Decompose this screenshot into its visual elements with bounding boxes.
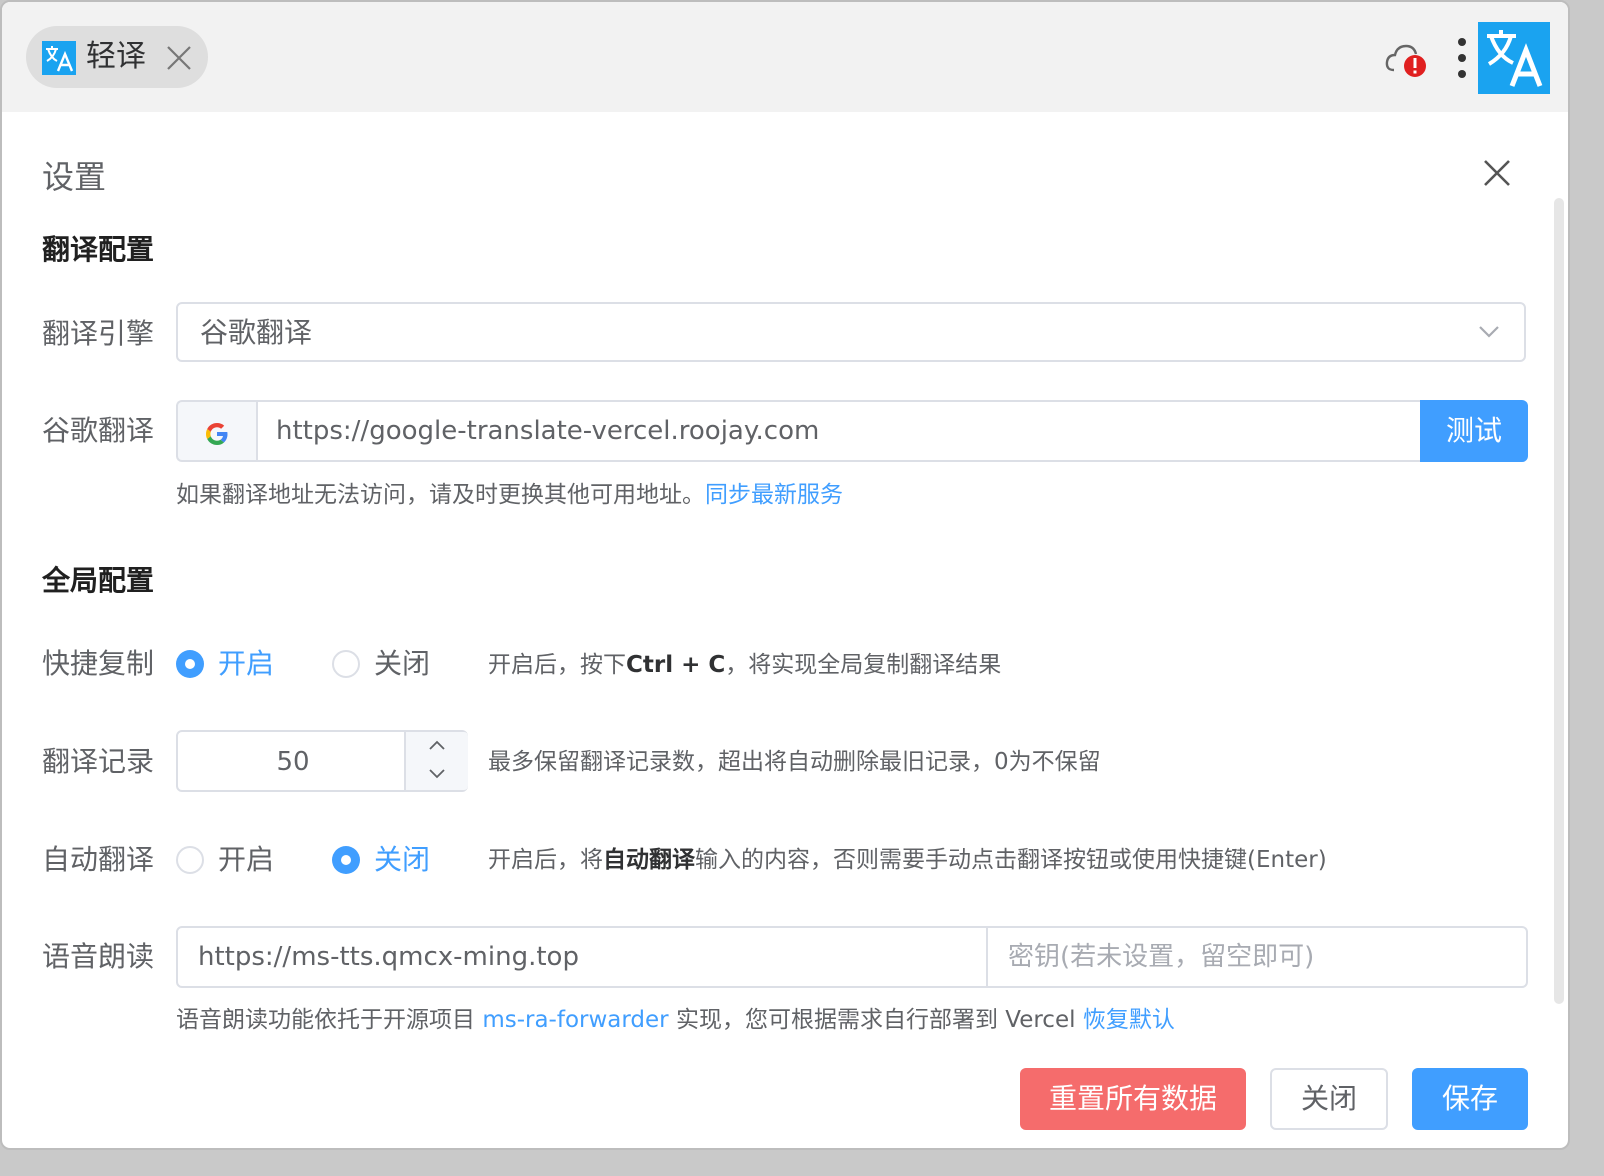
- tts-label: 语音朗读: [42, 940, 155, 973]
- tts-key-input[interactable]: [986, 926, 1528, 988]
- translate-hint-text: 如果翻译地址无法访问，请及时更换其他可用地址。: [176, 482, 705, 508]
- restore-default-link[interactable]: 恢复默认: [1083, 1007, 1175, 1033]
- auto-translate-off-radio[interactable]: 关闭: [332, 842, 442, 878]
- more-menu-icon[interactable]: [1452, 36, 1472, 80]
- google-url-group: 测试: [176, 400, 1528, 462]
- quick-copy-off-label: 关闭: [374, 647, 431, 680]
- close-button[interactable]: 关闭: [1270, 1068, 1388, 1130]
- tts-url-input[interactable]: [176, 926, 988, 988]
- tts-hint: 语音朗读功能依托于开源项目 ms-ra-forwarder 实现，您可根据需求自…: [176, 1005, 1175, 1035]
- tts-hint-2: 实现，您可根据需求自行部署到 Vercel: [668, 1007, 1083, 1033]
- test-button[interactable]: 测试: [1420, 400, 1528, 462]
- dialog-title: 设置: [42, 158, 107, 196]
- history-label: 翻译记录: [42, 745, 155, 778]
- quick-copy-desc-2: ，将实现全局复制翻译结果: [725, 652, 1002, 678]
- translate-logo-icon[interactable]: [1478, 22, 1550, 94]
- cloud-alert-icon[interactable]: [1384, 42, 1428, 80]
- engine-select-value: 谷歌翻译: [200, 316, 313, 349]
- google-url-input[interactable]: [256, 400, 1422, 462]
- close-tab-icon[interactable]: [166, 45, 192, 71]
- title-bar: 轻译: [2, 2, 1568, 112]
- tts-hint-1: 语音朗读功能依托于开源项目: [176, 1007, 483, 1033]
- ms-ra-forwarder-link[interactable]: ms-ra-forwarder: [482, 1007, 668, 1033]
- auto-translate-desc-bold: 自动翻译: [603, 847, 695, 873]
- sync-services-link[interactable]: 同步最新服务: [705, 482, 843, 508]
- auto-translate-off-label: 关闭: [374, 843, 431, 876]
- app-window: 轻译 设置 翻译配置 翻译引擎 谷歌翻译 谷歌翻译 https://google…: [0, 0, 1570, 1150]
- section-title-translate: 翻译配置: [42, 233, 155, 266]
- auto-translate-desc-1: 开启后，将: [488, 847, 603, 873]
- translate-hint: 如果翻译地址无法访问，请及时更换其他可用地址。同步最新服务: [176, 480, 843, 510]
- reset-all-button[interactable]: 重置所有数据: [1020, 1068, 1246, 1130]
- app-tab-title: 轻译: [86, 39, 146, 74]
- translate-icon: [42, 41, 76, 75]
- radio-checked-icon: [176, 650, 204, 678]
- scrollbar[interactable]: [1554, 198, 1564, 1004]
- auto-translate-on-label: 开启: [218, 843, 275, 876]
- decrement-button[interactable]: [404, 761, 468, 790]
- quick-copy-desc-shortcut: Ctrl + C: [626, 652, 726, 678]
- dialog-close-icon[interactable]: [1480, 156, 1514, 190]
- radio-unchecked-icon: [176, 846, 204, 874]
- chevron-up-icon: [429, 740, 445, 750]
- quick-copy-on-radio[interactable]: 开启: [176, 646, 286, 682]
- history-count-input[interactable]: [178, 732, 408, 792]
- auto-translate-label: 自动翻译: [42, 843, 155, 876]
- chevron-down-icon: [429, 769, 445, 779]
- quick-copy-label: 快捷复制: [42, 647, 155, 680]
- chevron-down-icon: [1478, 324, 1500, 343]
- engine-label: 翻译引擎: [42, 317, 155, 350]
- google-label: 谷歌翻译: [42, 414, 155, 447]
- quick-copy-desc: 开启后，按下Ctrl + C，将实现全局复制翻译结果: [488, 650, 1001, 680]
- history-desc: 最多保留翻译记录数，超出将自动删除最旧记录，0为不保留: [488, 749, 1101, 775]
- quick-copy-off-radio[interactable]: 关闭: [332, 646, 442, 682]
- quick-copy-desc-1: 开启后，按下: [488, 652, 626, 678]
- radio-checked-icon: [332, 846, 360, 874]
- google-icon: [176, 400, 256, 462]
- increment-button[interactable]: [404, 732, 468, 762]
- auto-translate-on-radio[interactable]: 开启: [176, 842, 286, 878]
- auto-translate-desc-2: 输入的内容，否则需要手动点击翻译按钮或使用快捷键(Enter): [695, 847, 1327, 873]
- radio-unchecked-icon: [332, 650, 360, 678]
- history-stepper: [176, 730, 468, 792]
- engine-select[interactable]: 谷歌翻译: [176, 302, 1526, 362]
- auto-translate-desc: 开启后，将自动翻译输入的内容，否则需要手动点击翻译按钮或使用快捷键(Enter): [488, 845, 1327, 875]
- quick-copy-on-label: 开启: [218, 647, 275, 680]
- section-title-global: 全局配置: [42, 564, 155, 597]
- app-tab[interactable]: 轻译: [26, 26, 208, 88]
- save-button[interactable]: 保存: [1412, 1068, 1528, 1130]
